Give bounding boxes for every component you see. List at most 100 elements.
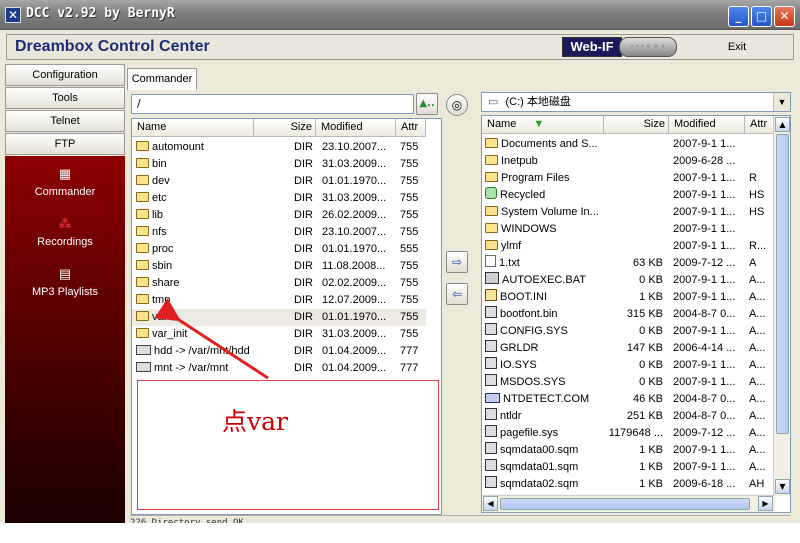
ftp-status-log: 226 Directory send OK.: [130, 515, 790, 523]
sys-icon: [485, 357, 497, 369]
table-row[interactable]: pagefile.sys 1179648 ... 2009-7-12 ... A...: [482, 425, 775, 442]
table-row[interactable]: NTDETECT.COM 46 KB 2004-8-7 0... A...: [482, 391, 775, 408]
file-name: pagefile.sys: [500, 427, 559, 439]
sys-icon: [485, 374, 497, 386]
file-attr-cell: R...: [749, 240, 767, 252]
file-modified-cell: 2007-9-1 1...: [673, 291, 736, 303]
file-modified-cell: 2007-9-1 1...: [673, 444, 736, 456]
file-name-cell: NTDETECT.COM: [485, 391, 604, 408]
scroll-right-icon[interactable]: ▶: [758, 496, 773, 511]
file-size-cell: 63 KB: [633, 257, 663, 269]
column-header-name[interactable]: Name ▼: [482, 116, 604, 134]
table-row[interactable]: GRLDR 147 KB 2006-4-14 ... A...: [482, 340, 775, 357]
column-header-attr[interactable]: Attr: [745, 116, 775, 134]
file-name: Program Files: [501, 172, 570, 184]
table-row[interactable]: bootfont.bin 315 KB 2004-8-7 0... A...: [482, 306, 775, 323]
vertical-scrollbar[interactable]: ▲ ▼: [773, 116, 790, 496]
scroll-left-icon[interactable]: ◀: [483, 496, 498, 511]
table-row[interactable]: sqmdata01.sqm 1 KB 2007-9-1 1... A...: [482, 459, 775, 476]
table-row[interactable]: WINDOWS 2007-9-1 1...: [482, 221, 775, 238]
file-attr-cell: HS: [749, 206, 765, 218]
table-row[interactable]: 1.txt 63 KB 2009-7-12 ... A: [482, 255, 775, 272]
file-attr-cell: A...: [749, 342, 766, 354]
table-row[interactable]: BOOT.INI 1 KB 2007-9-1 1... A...: [482, 289, 775, 306]
file-size-cell: 315 KB: [626, 308, 663, 320]
file-name: Recycled: [500, 189, 546, 201]
file-icon: [485, 255, 496, 267]
scroll-down-icon[interactable]: ▼: [775, 479, 790, 494]
chevron-down-icon[interactable]: ▼: [773, 93, 790, 111]
table-row[interactable]: ylmf 2007-9-1 1... R...: [482, 238, 775, 255]
file-modified-cell: 2004-8-7 0...: [673, 308, 736, 320]
file-attr-cell: A...: [749, 308, 766, 320]
file-name-cell: Inetpub: [485, 153, 604, 170]
sys-icon: [485, 408, 497, 420]
table-row[interactable]: CONFIG.SYS 0 KB 2007-9-1 1... A...: [482, 323, 775, 340]
file-name: Inetpub: [501, 155, 538, 167]
table-row[interactable]: ntldr 251 KB 2004-8-7 0... A...: [482, 408, 775, 425]
file-size-cell: 1 KB: [639, 444, 663, 456]
file-name-cell: System Volume In...: [485, 204, 604, 221]
table-row[interactable]: System Volume In... 2007-9-1 1... HS: [482, 204, 775, 221]
sys-icon: [485, 306, 497, 318]
sys-icon: [485, 340, 497, 352]
file-name: bootfont.bin: [500, 308, 558, 320]
file-name-cell: sqmdata01.sqm: [485, 459, 604, 476]
file-name: ntldr: [500, 410, 522, 422]
file-modified-cell: 2007-9-1 1...: [673, 206, 736, 218]
file-name-cell: sqmdata00.sqm: [485, 442, 604, 459]
column-header-modified[interactable]: Modified: [669, 116, 745, 134]
file-modified-cell: 2007-9-1 1...: [673, 189, 736, 201]
table-row[interactable]: Documents and S... 2007-9-1 1...: [482, 136, 775, 153]
local-file-list[interactable]: Name ▼ Size Modified Attr Documents and …: [481, 115, 791, 513]
file-attr-cell: A...: [749, 376, 766, 388]
column-header-size[interactable]: Size: [604, 116, 669, 134]
file-name: GRLDR: [500, 342, 539, 354]
file-attr-cell: A...: [749, 359, 766, 371]
hscrollbar-thumb[interactable]: [500, 498, 750, 510]
table-row[interactable]: sqmdata00.sqm 1 KB 2007-9-1 1... A...: [482, 442, 775, 459]
drive-icon: ▭: [488, 96, 499, 108]
file-name-cell: AUTOEXEC.BAT: [485, 272, 604, 289]
table-row[interactable]: sqmdata02.sqm 1 KB 2009-6-18 ... AH: [482, 476, 775, 493]
file-modified-cell: 2009-6-28 ...: [673, 155, 736, 167]
file-name-cell: sqmdata02.sqm: [485, 476, 604, 493]
file-modified-cell: 2007-9-1 1...: [673, 223, 736, 235]
horizontal-scrollbar[interactable]: ◀ ▶: [482, 495, 775, 512]
copy-to-remote-button[interactable]: ⇦: [446, 283, 468, 305]
file-name: WINDOWS: [501, 223, 557, 235]
table-row[interactable]: Recycled 2007-9-1 1... HS: [482, 187, 775, 204]
file-name-cell: Documents and S...: [485, 136, 604, 153]
file-name: 1.txt: [499, 257, 520, 269]
copy-to-local-button[interactable]: ⇨: [446, 251, 468, 273]
drive-select[interactable]: ▭ (C:) 本地磁盘 ▼: [481, 92, 791, 112]
file-name-cell: MSDOS.SYS: [485, 374, 604, 391]
file-size-cell: 0 KB: [639, 376, 663, 388]
file-name-cell: pagefile.sys: [485, 425, 604, 442]
file-modified-cell: 2009-6-18 ...: [673, 478, 736, 490]
file-name-cell: BOOT.INI: [485, 289, 604, 306]
scroll-up-icon[interactable]: ▲: [775, 117, 790, 132]
table-row[interactable]: AUTOEXEC.BAT 0 KB 2007-9-1 1... A...: [482, 272, 775, 289]
folder-icon: [485, 155, 498, 165]
file-modified-cell: 2007-9-1 1...: [673, 376, 736, 388]
file-size-cell: 1 KB: [639, 291, 663, 303]
file-name-cell: GRLDR: [485, 340, 604, 357]
sys-icon: [485, 323, 497, 335]
file-modified-cell: 2006-4-14 ...: [673, 342, 736, 354]
folder-icon: [485, 138, 498, 148]
bat-icon: [485, 272, 499, 284]
file-name: CONFIG.SYS: [500, 325, 568, 337]
table-row[interactable]: MSDOS.SYS 0 KB 2007-9-1 1... A...: [482, 374, 775, 391]
table-row[interactable]: Inetpub 2009-6-28 ...: [482, 153, 775, 170]
table-row[interactable]: IO.SYS 0 KB 2007-9-1 1... A...: [482, 357, 775, 374]
file-size-cell: 147 KB: [626, 342, 663, 354]
file-name: IO.SYS: [500, 359, 537, 371]
file-modified-cell: 2007-9-1 1...: [673, 359, 736, 371]
scrollbar-thumb[interactable]: [776, 134, 789, 434]
sys-icon: [485, 442, 497, 454]
table-row[interactable]: Program Files 2007-9-1 1... R: [482, 170, 775, 187]
file-size-cell: 0 KB: [639, 359, 663, 371]
file-name: sqmdata02.sqm: [500, 478, 579, 490]
file-attr-cell: A...: [749, 461, 766, 473]
